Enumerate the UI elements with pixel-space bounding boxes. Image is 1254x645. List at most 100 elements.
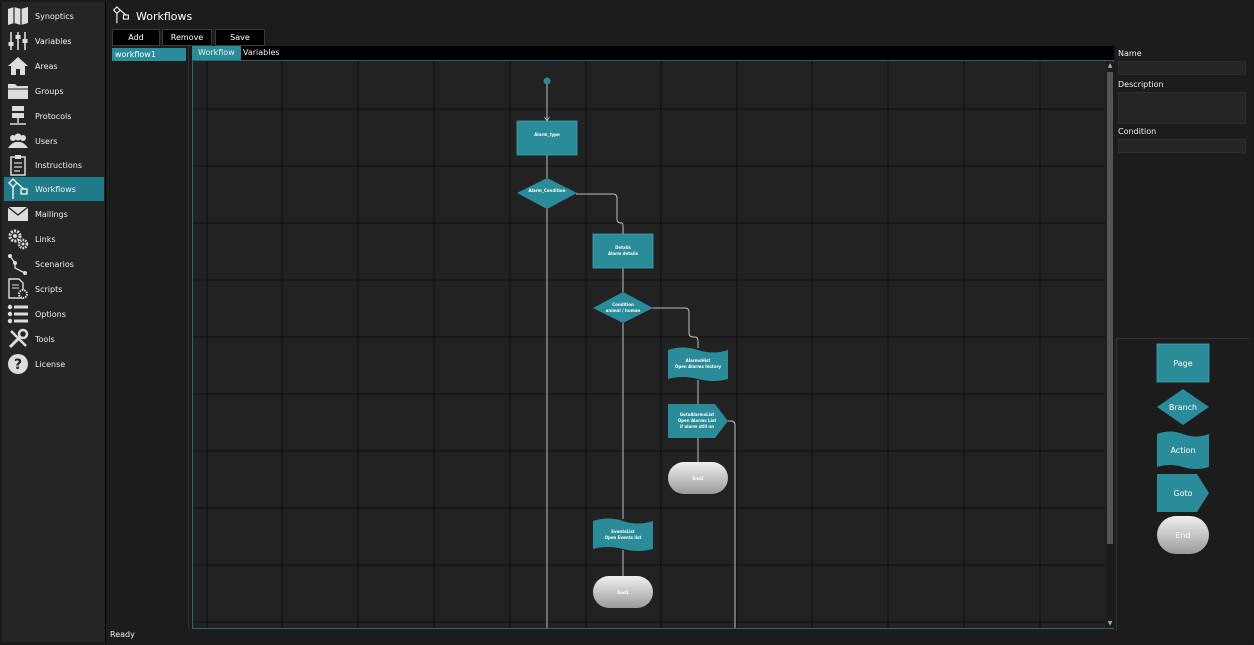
node-title: AlarmsHist — [686, 358, 711, 363]
palette-label: Page — [1173, 359, 1192, 368]
palette-label: Action — [1170, 446, 1195, 455]
sidebar-item-protocols[interactable]: Protocols — [4, 104, 104, 128]
list-item[interactable]: workflow1 — [112, 48, 186, 61]
workflow-canvas[interactable]: Alarm_type Alarm_Condition Details Alarm… — [192, 60, 1114, 629]
script-icon — [7, 278, 29, 300]
workflow-icon — [7, 178, 29, 200]
sidebar-item-license[interactable]: ? License — [4, 352, 104, 376]
scroll-thumb[interactable] — [1107, 72, 1113, 544]
workflow-diagram: Alarm_type Alarm_Condition Details Alarm… — [193, 61, 1105, 628]
workflow-node-end[interactable]: End1 — [593, 576, 653, 608]
workflow-node-goto[interactable]: GotoAlarmsList Open Alarms List if alarm… — [668, 404, 728, 438]
node-palette: Page Branch Action Goto End — [1116, 338, 1249, 631]
page-title: Workflows — [136, 9, 193, 23]
folder-icon — [7, 80, 29, 102]
sliders-icon — [7, 30, 29, 52]
sidebar-item-label: Areas — [35, 61, 58, 71]
tools-icon — [7, 328, 29, 350]
sidebar-item-label: Tools — [35, 334, 55, 344]
scenario-icon — [7, 253, 29, 275]
node-subtitle: if alarm still on — [680, 424, 714, 429]
sidebar-item-scripts[interactable]: Scripts — [4, 277, 104, 301]
sidebar-item-groups[interactable]: Groups — [4, 79, 104, 103]
page-header: Workflows — [112, 5, 192, 27]
sidebar-item-mailings[interactable]: Mailings — [4, 202, 104, 226]
add-button[interactable]: Add — [112, 29, 160, 46]
name-label: Name — [1118, 49, 1142, 58]
sidebar-item-label: Mailings — [35, 209, 68, 219]
tab-variables[interactable]: Variables — [237, 46, 286, 60]
tab-workflow[interactable]: Workflow — [192, 46, 241, 60]
tab-bar: Workflow Variables — [192, 46, 1114, 60]
sidebar-item-label: Options — [35, 309, 66, 319]
main-panel: Workflows Add Remove Save workflow1 Work… — [106, 2, 1252, 642]
workflow-node-page[interactable]: Alarm_type — [516, 120, 578, 156]
palette-page[interactable]: Page — [1156, 343, 1210, 383]
sidebar-item-workflows[interactable]: Workflows — [4, 177, 104, 201]
description-label: Description — [1118, 80, 1164, 89]
sidebar-item-instructions[interactable]: Instructions — [4, 153, 104, 177]
sidebar-item-label: Variables — [35, 36, 72, 46]
palette-shapes: Page Branch Action Goto End — [1156, 343, 1210, 554]
home-icon — [7, 55, 29, 77]
description-field[interactable] — [1118, 92, 1246, 124]
node-title: EventsList — [611, 529, 634, 534]
workflow-node-end[interactable]: End2 — [668, 462, 728, 494]
workflow-node-action[interactable]: AlarmsHist Open Alarms history — [668, 347, 728, 382]
status-bar: Ready — [110, 630, 135, 639]
start-node — [543, 77, 551, 85]
sidebar-item-label: Protocols — [35, 111, 72, 121]
workflow-list: workflow1 — [110, 46, 189, 628]
workflow-node-branch[interactable]: Condition animal / human — [593, 292, 653, 323]
sidebar-item-label: Links — [35, 234, 56, 244]
gears-icon — [7, 228, 29, 250]
list-icon — [7, 303, 29, 325]
scroll-up-icon[interactable]: ▲ — [1106, 62, 1114, 70]
node-title: End2 — [692, 476, 703, 481]
app-window: Synoptics Variables Areas Groups Protoco… — [0, 0, 1254, 645]
remove-button[interactable]: Remove — [162, 29, 212, 46]
sidebar-item-label: License — [35, 359, 66, 369]
sidebar: Synoptics Variables Areas Groups Protoco… — [2, 2, 106, 642]
sidebar-item-synoptics[interactable]: Synoptics — [4, 4, 104, 28]
sidebar-item-label: Instructions — [35, 160, 82, 170]
clipboard-icon — [7, 154, 29, 176]
node-subtitle: animal / human — [606, 308, 641, 313]
sidebar-item-areas[interactable]: Areas — [4, 54, 104, 78]
mail-icon — [7, 203, 29, 225]
node-title: End1 — [617, 590, 628, 595]
save-button[interactable]: Save — [215, 29, 265, 46]
help-icon: ? — [7, 353, 29, 375]
vertical-scrollbar[interactable]: ▲ ▼ — [1106, 62, 1114, 628]
sidebar-item-label: Users — [35, 136, 58, 146]
node-subtitle: Open Alarms List — [678, 418, 717, 423]
palette-action[interactable]: Action — [1157, 431, 1209, 470]
users-icon — [7, 130, 29, 152]
workflow-icon — [112, 5, 130, 28]
palette-label: End — [1175, 531, 1190, 540]
workflow-node-branch[interactable]: Alarm_Condition — [517, 178, 577, 209]
node-title: Condition — [612, 302, 634, 307]
sidebar-item-scenarios[interactable]: Scenarios — [4, 252, 104, 276]
workflow-node-page[interactable]: Details Alarm details — [592, 233, 654, 269]
sidebar-item-options[interactable]: Options — [4, 302, 104, 326]
workflow-node-action[interactable]: EventsList Open Events list — [593, 518, 653, 552]
node-title: Alarm_Condition — [529, 188, 566, 193]
name-field[interactable] — [1118, 61, 1246, 75]
palette-end[interactable]: End — [1157, 516, 1209, 554]
sidebar-item-label: Workflows — [35, 184, 76, 194]
palette-branch[interactable]: Branch — [1157, 389, 1209, 425]
sidebar-item-variables[interactable]: Variables — [4, 29, 104, 53]
sidebar-item-users[interactable]: Users — [4, 129, 104, 153]
sidebar-item-links[interactable]: Links — [4, 227, 104, 251]
sidebar-item-label: Synoptics — [35, 11, 74, 21]
map-icon — [7, 5, 29, 27]
condition-field[interactable] — [1118, 139, 1246, 153]
palette-goto[interactable]: Goto — [1157, 474, 1209, 512]
node-title: GotoAlarmsList — [680, 412, 715, 417]
node-subtitle: Open Events list — [605, 535, 642, 540]
sidebar-item-tools[interactable]: Tools — [4, 327, 104, 351]
scroll-down-icon[interactable]: ▼ — [1106, 620, 1114, 628]
server-icon — [7, 105, 29, 127]
sidebar-item-label: Scripts — [35, 284, 63, 294]
